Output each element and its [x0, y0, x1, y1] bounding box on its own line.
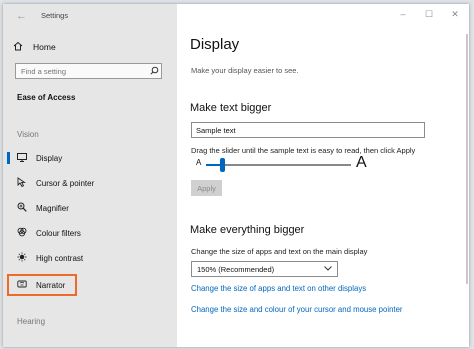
text-size-slider[interactable] — [206, 158, 351, 172]
sidebar-item-colour-filters[interactable]: Colour filters — [7, 224, 173, 242]
sidebar: ← Settings Home Ease of Access Vision Di… — [3, 4, 177, 347]
home-icon — [13, 41, 25, 54]
search-field[interactable] — [15, 63, 162, 79]
cursor-icon — [16, 177, 28, 189]
color-filter-icon — [16, 227, 28, 239]
page-title: Display — [190, 36, 240, 53]
other-displays-link[interactable]: Change the size of apps and text on othe… — [191, 284, 366, 293]
scale-dropdown-value: 150% (Recommended) — [197, 264, 275, 274]
window-title: Settings — [41, 11, 69, 20]
magnifier-icon — [16, 202, 28, 214]
selection-indicator — [7, 202, 10, 214]
high-contrast-icon — [16, 252, 28, 264]
selection-indicator — [7, 152, 10, 164]
sidebar-item-cursor-pointer[interactable]: Cursor & pointer — [7, 174, 173, 192]
home-label: Home — [33, 42, 56, 52]
chevron-down-icon — [324, 265, 332, 273]
text-size-instructions: Drag the slider until the sample text is… — [191, 146, 416, 155]
cursor-size-link[interactable]: Change the size and colour of your curso… — [191, 305, 403, 314]
main-panel: – ☐ ✕ Display Make your display easier t… — [177, 4, 469, 347]
page-subtitle: Make your display easier to see. — [191, 66, 299, 75]
title-bar: ← Settings — [3, 4, 177, 28]
sidebar-item-label: Cursor & pointer — [36, 178, 95, 188]
home-link[interactable]: Home — [13, 39, 163, 55]
close-icon[interactable]: ✕ — [449, 9, 461, 20]
maximize-icon[interactable]: ☐ — [423, 9, 435, 20]
selection-indicator — [7, 177, 10, 189]
scale-dropdown[interactable]: 150% (Recommended) — [191, 261, 338, 277]
sidebar-item-label: Display — [36, 153, 63, 163]
sidebar-item-magnifier[interactable]: Magnifier — [7, 199, 173, 217]
back-arrow-icon[interactable]: ← — [16, 10, 27, 22]
big-a-label: A — [356, 154, 367, 171]
settings-window: ← Settings Home Ease of Access Vision Di… — [3, 4, 469, 347]
scrollbar[interactable] — [466, 34, 468, 284]
sidebar-item-label: Colour filters — [36, 228, 81, 238]
apply-button[interactable]: Apply — [191, 180, 222, 196]
monitor-icon — [16, 152, 28, 164]
text-bigger-heading: Make text bigger — [190, 102, 272, 114]
search-input[interactable] — [16, 63, 147, 79]
sidebar-item-high-contrast[interactable]: High contrast — [7, 249, 173, 267]
everything-bigger-heading: Make everything bigger — [190, 224, 305, 236]
sidebar-item-label: Magnifier — [36, 203, 69, 213]
sample-text-input[interactable] — [191, 122, 425, 138]
search-icon[interactable] — [147, 66, 161, 77]
section-title: Ease of Access — [17, 93, 76, 102]
slider-thumb[interactable] — [220, 158, 225, 172]
group-hearing: Hearing — [17, 317, 46, 326]
selection-indicator — [7, 227, 10, 239]
window-controls: – ☐ ✕ — [397, 9, 461, 20]
sidebar-item-label: High contrast — [36, 253, 84, 263]
group-vision: Vision — [17, 130, 39, 139]
small-a-label: A — [196, 158, 202, 167]
minimize-icon[interactable]: – — [397, 9, 409, 20]
sidebar-item-display[interactable]: Display — [7, 149, 173, 167]
scale-description: Change the size of apps and text on the … — [191, 247, 368, 256]
selection-indicator — [7, 252, 10, 264]
narrator-highlight-box — [7, 274, 77, 296]
